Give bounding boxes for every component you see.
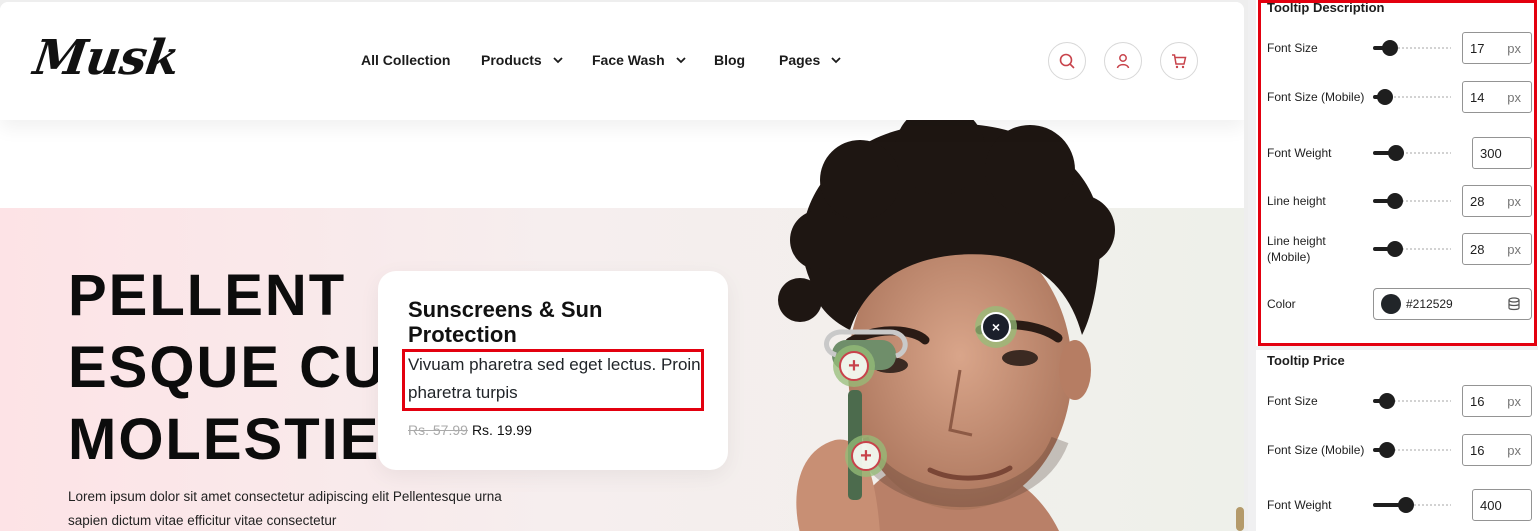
nav-face-wash[interactable]: Face Wash xyxy=(592,52,687,68)
row-label: Font Size (Mobile) xyxy=(1267,443,1365,457)
hotspot-active[interactable]: × xyxy=(975,306,1017,348)
chevron-down-icon xyxy=(831,57,841,64)
product-tooltip[interactable]: Sunscreens & Sun Protection Vivuam phare… xyxy=(378,271,728,470)
site-canvas: Musk All Collection Products Face Wash B… xyxy=(0,2,1244,531)
nav-label: Blog xyxy=(714,52,746,68)
chevron-down-icon xyxy=(553,57,563,64)
plus-icon: + xyxy=(839,351,869,381)
nav-label: Face Wash xyxy=(592,52,665,68)
description-highlight-box xyxy=(402,349,704,411)
nav-label: All Collection xyxy=(361,52,451,68)
price-font-weight-input[interactable]: 400 xyxy=(1472,489,1532,521)
tooltip-price-section: Tooltip Price Font Size 16 px Font Size (… xyxy=(1256,350,1538,531)
site-header: Musk All Collection Products Face Wash B… xyxy=(0,2,1244,120)
section-title: Tooltip Price xyxy=(1267,353,1345,368)
hero-title: PELLENT ESQUE CU MOLESTIE xyxy=(68,263,387,472)
hotspot-1[interactable]: + xyxy=(833,345,875,387)
tooltip-price: Rs. 57.99 Rs. 19.99 xyxy=(408,422,532,438)
website-preview: Musk All Collection Products Face Wash B… xyxy=(0,0,1248,531)
nav-products[interactable]: Products xyxy=(481,52,564,68)
hero-text: Lorem ipsum dolor sit amet consectetur a… xyxy=(68,489,502,528)
site-logo[interactable]: Musk xyxy=(30,30,182,86)
price-font-weight-slider[interactable] xyxy=(1373,497,1451,513)
close-icon: × xyxy=(981,312,1011,342)
nav-pages[interactable]: Pages xyxy=(779,52,842,68)
nav-blog[interactable]: Blog xyxy=(714,52,745,68)
row-label: Font Size xyxy=(1267,394,1318,408)
new-price: Rs. 19.99 xyxy=(471,422,532,438)
price-font-size-row: Font Size 16 px xyxy=(1267,384,1532,418)
price-font-size-input[interactable]: 16 px xyxy=(1462,385,1532,417)
plus-icon: + xyxy=(851,441,881,471)
tooltip-title: Sunscreens & Sun Protection xyxy=(408,297,603,347)
nav-label: Products xyxy=(481,52,542,68)
account-button[interactable] xyxy=(1104,42,1142,80)
user-icon xyxy=(1116,54,1130,69)
panel-highlight-box xyxy=(1258,0,1537,346)
nav-all-collection[interactable]: All Collection xyxy=(361,52,450,68)
old-price: Rs. 57.99 xyxy=(408,422,468,438)
search-button[interactable] xyxy=(1048,42,1086,80)
price-font-size-slider[interactable] xyxy=(1373,393,1451,409)
cart-icon xyxy=(1172,54,1187,69)
nav-label: Pages xyxy=(779,52,821,68)
cart-button[interactable] xyxy=(1160,42,1198,80)
price-font-size-mobile-slider[interactable] xyxy=(1373,442,1451,458)
preview-scrollbar[interactable] xyxy=(1236,507,1244,531)
chevron-down-icon xyxy=(675,57,686,64)
row-label: Font Weight xyxy=(1267,498,1332,512)
price-font-size-mobile-row: Font Size (Mobile) 16 px xyxy=(1267,433,1532,467)
search-icon xyxy=(1059,53,1075,69)
hotspot-2[interactable]: + xyxy=(845,435,887,477)
price-font-size-mobile-input[interactable]: 16 px xyxy=(1462,434,1532,466)
hero-man-image xyxy=(778,120,1115,531)
price-font-weight-row: Font Weight 400 xyxy=(1267,488,1532,522)
